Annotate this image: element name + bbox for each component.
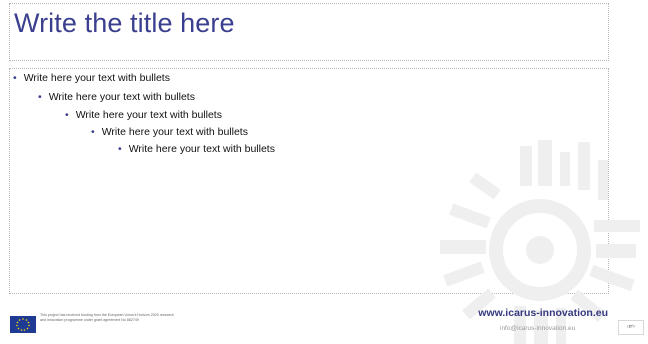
funding-acknowledgement: This project has received funding from t… <box>40 313 174 322</box>
bullet-text: Write here your text with bullets <box>75 109 222 121</box>
bullet-dot: • <box>13 72 17 84</box>
bullet-text: Write here your text with bullets <box>101 126 248 138</box>
bullet-dot: • <box>91 126 95 138</box>
bullet-level-5: • Write here your text with bullets <box>118 143 275 155</box>
bullet-text: Write here your text with bullets <box>48 91 195 103</box>
bullet-level-2: • Write here your text with bullets <box>38 91 195 103</box>
bullet-dot: • <box>38 91 42 103</box>
bullet-dot: • <box>65 109 69 121</box>
website-link[interactable]: www.icarus-innovation.eu <box>478 307 608 319</box>
email-link[interactable]: info@icarus-innovation.eu <box>500 325 575 332</box>
bullet-text: Write here your text with bullets <box>23 72 170 84</box>
bullet-text: Write here your text with bullets <box>128 143 275 155</box>
page-number: ‹nº› <box>618 320 644 335</box>
title-placeholder[interactable]: Write the title here <box>9 3 609 61</box>
bullet-level-3: • Write here your text with bullets <box>65 109 222 121</box>
slide-title: Write the title here <box>14 8 235 38</box>
bullet-level-4: • Write here your text with bullets <box>91 126 248 138</box>
bullet-level-1: • Write here your text with bullets <box>13 72 170 84</box>
bullet-dot: • <box>118 143 122 155</box>
eu-flag-icon <box>10 316 36 333</box>
